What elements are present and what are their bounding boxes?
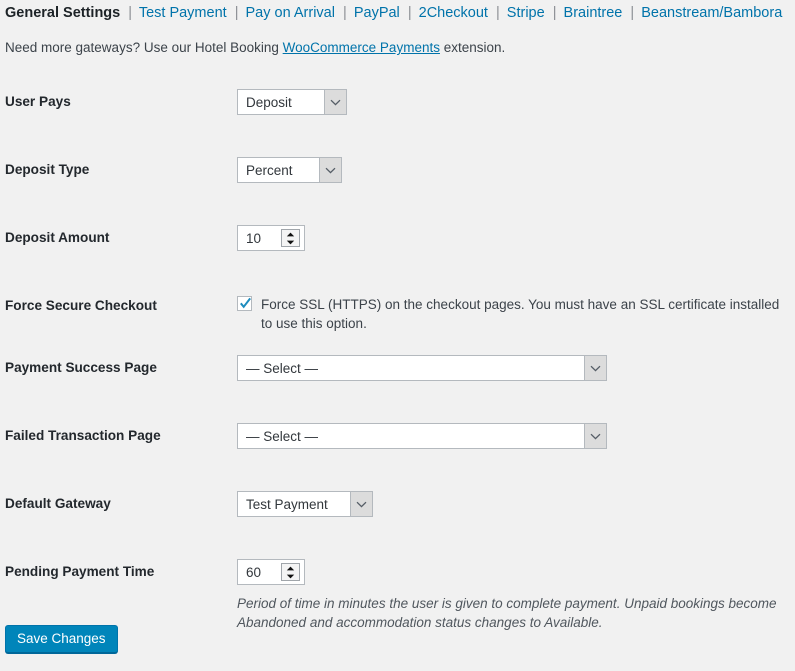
tab-paypal[interactable]: PayPal xyxy=(354,5,400,21)
nav-separator: | xyxy=(495,5,500,21)
tab-test-payment[interactable]: Test Payment xyxy=(139,5,227,21)
intro-text-before: Need more gateways? Use our Hotel Bookin… xyxy=(5,40,283,55)
save-changes-button[interactable]: Save Changes xyxy=(5,625,118,653)
nav-separator: | xyxy=(343,5,347,21)
pending-payment-time-description: Period of time in minutes the user is gi… xyxy=(237,596,777,630)
label-failed-transaction-page: Failed Transaction Page xyxy=(5,428,161,443)
nav-separator: | xyxy=(552,5,557,21)
chevron-down-icon xyxy=(584,424,606,448)
row-user-pays: User Pays Deposit xyxy=(0,78,795,146)
intro-text: Need more gateways? Use our Hotel Bookin… xyxy=(5,39,505,57)
row-deposit-amount: Deposit Amount 10 xyxy=(0,214,795,282)
payment-success-page-value: — Select — xyxy=(246,360,319,376)
tab-2checkout[interactable]: 2Checkout xyxy=(419,5,488,21)
user-pays-value: Deposit xyxy=(246,94,292,110)
row-pending-payment-time: Pending Payment Time 60 Period of time i… xyxy=(0,548,795,643)
tab-general-settings: General Settings xyxy=(5,5,121,21)
nav-separator: | xyxy=(234,5,239,21)
chevron-down-icon xyxy=(350,492,372,516)
row-payment-success-page: Payment Success Page — Select — xyxy=(0,344,795,412)
woocommerce-payments-link[interactable]: WooCommerce Payments xyxy=(283,40,440,55)
label-deposit-amount: Deposit Amount xyxy=(5,230,110,245)
checkmark-icon xyxy=(240,297,251,309)
user-pays-select[interactable]: Deposit xyxy=(237,89,347,115)
failed-transaction-page-select[interactable]: — Select — xyxy=(237,423,607,449)
force-secure-checkout-checkbox[interactable] xyxy=(237,296,252,311)
cell-payment-success-page: — Select — xyxy=(237,344,795,412)
label-deposit-type: Deposit Type xyxy=(5,162,90,177)
pending-payment-time-input[interactable]: 60 xyxy=(238,560,281,584)
deposit-amount-input[interactable]: 10 xyxy=(238,226,281,250)
label-user-pays: User Pays xyxy=(5,94,71,109)
failed-transaction-page-value: — Select — xyxy=(246,428,319,444)
nav-separator: | xyxy=(407,5,412,21)
spinner-down-icon[interactable] xyxy=(282,572,299,580)
cell-failed-transaction-page: — Select — xyxy=(237,412,795,480)
chevron-down-icon xyxy=(584,356,606,380)
chevron-down-icon xyxy=(319,158,341,182)
default-gateway-select[interactable]: Test Payment xyxy=(237,491,373,517)
spinner-up-icon[interactable] xyxy=(282,230,299,238)
cell-deposit-type: Percent xyxy=(237,146,795,214)
force-secure-checkout-description: Force SSL (HTTPS) on the checkout pages.… xyxy=(261,297,780,331)
row-failed-transaction-page: Failed Transaction Page — Select — xyxy=(0,412,795,480)
spinner-buttons[interactable] xyxy=(281,563,300,581)
payment-success-page-select[interactable]: — Select — xyxy=(237,355,607,381)
cell-user-pays: Deposit xyxy=(237,78,795,146)
deposit-amount-stepper[interactable]: 10 xyxy=(237,225,305,251)
spinner-up-icon[interactable] xyxy=(282,564,299,572)
cell-deposit-amount: 10 xyxy=(237,214,795,282)
nav-separator: | xyxy=(630,5,635,21)
cell-force-secure-checkout: Force SSL (HTTPS) on the checkout pages.… xyxy=(237,282,795,344)
spinner-down-icon[interactable] xyxy=(282,238,299,246)
chevron-down-icon xyxy=(324,90,346,114)
settings-form-table: User Pays Deposit Deposit Type Percent D… xyxy=(0,78,795,643)
tab-braintree[interactable]: Braintree xyxy=(564,5,623,21)
label-force-secure-checkout: Force Secure Checkout xyxy=(5,298,157,313)
settings-page: General Settings | Test Payment | Pay on… xyxy=(0,0,795,671)
row-deposit-type: Deposit Type Percent xyxy=(0,146,795,214)
intro-text-after: extension. xyxy=(439,40,506,55)
pending-payment-time-stepper[interactable]: 60 xyxy=(237,559,305,585)
default-gateway-value: Test Payment xyxy=(246,496,328,512)
submit-area: Save Changes xyxy=(5,625,118,653)
deposit-type-value: Percent xyxy=(246,162,293,178)
tab-beanstream-bambora[interactable]: Beanstream/Bambora xyxy=(641,5,782,21)
cell-pending-payment-time: 60 Period of time in minutes the user is… xyxy=(237,548,795,643)
label-payment-success-page: Payment Success Page xyxy=(5,360,157,375)
spinner-buttons[interactable] xyxy=(281,229,300,247)
tab-pay-on-arrival[interactable]: Pay on Arrival xyxy=(246,5,335,21)
row-force-secure-checkout: Force Secure Checkout Force SSL (HTTPS) … xyxy=(0,282,795,344)
label-default-gateway: Default Gateway xyxy=(5,496,111,511)
row-default-gateway: Default Gateway Test Payment xyxy=(0,480,795,548)
cell-default-gateway: Test Payment xyxy=(237,480,795,548)
tab-stripe[interactable]: Stripe xyxy=(507,5,545,21)
deposit-type-select[interactable]: Percent xyxy=(237,157,342,183)
gateway-tabs-nav: General Settings | Test Payment | Pay on… xyxy=(5,4,782,22)
nav-separator: | xyxy=(128,5,133,21)
